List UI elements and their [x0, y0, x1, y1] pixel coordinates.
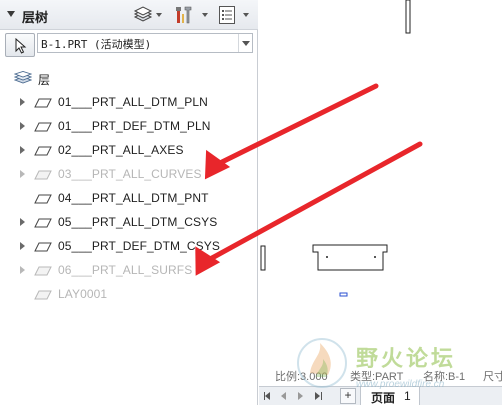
layer-icon [34, 193, 52, 207]
layer-item-01-all-dtm-pln[interactable]: 01___PRT_ALL_DTM_PLN [0, 92, 258, 112]
layer-item-03-all-curves[interactable]: 03___PRT_ALL_CURVES [0, 164, 258, 184]
layer-icon [34, 121, 52, 135]
name-readout: 名称:B-1 [423, 371, 466, 383]
drawing-geometry [260, 0, 411, 297]
layer-item-02-all-axes[interactable]: 02___PRT_ALL_AXES [0, 140, 258, 160]
layer-name: 05___PRT_ALL_DTM_CSYS [58, 215, 218, 229]
part-edge-view [260, 245, 266, 271]
datum-marker [339, 292, 348, 297]
tools-icon[interactable] [174, 5, 194, 25]
layer-item-lay0001[interactable]: LAY0001 [0, 284, 258, 304]
hidden-layer-icon [34, 169, 52, 183]
tab-page-1[interactable]: 页面 1 [360, 387, 420, 405]
page-tab-label: 页面 [371, 391, 396, 405]
hidden-layer-icon [34, 265, 52, 279]
first-page-icon[interactable] [265, 392, 270, 400]
layer-name: 02___PRT_ALL_AXES [58, 143, 184, 157]
first-page-bar-icon [264, 392, 265, 400]
size-readout: 尺寸 [483, 371, 502, 383]
tools-dropdown-icon[interactable] [202, 13, 208, 17]
layer-name: 06___PRT_ALL_SURFS [58, 263, 193, 277]
expand-arrow-icon[interactable] [20, 122, 25, 130]
last-page-icon[interactable] [315, 392, 320, 400]
layers-dropdown-icon[interactable] [156, 13, 162, 17]
select-button[interactable] [5, 33, 35, 57]
hole-mark [374, 256, 376, 258]
layer-icon [34, 145, 52, 159]
expand-arrow-icon[interactable] [20, 170, 25, 178]
hole-mark [326, 256, 328, 258]
layer-name: 01___PRT_DEF_DTM_PLN [58, 119, 211, 133]
layer-icon [34, 217, 52, 231]
active-model-select[interactable]: B-1.PRT (活动模型) [37, 33, 253, 53]
layer-item-05-def-dtm-csys[interactable]: 05___PRT_DEF_DTM_CSYS [0, 236, 258, 256]
last-page-bar-icon [321, 392, 322, 400]
collapse-panel-icon[interactable] [7, 11, 15, 17]
model-row: B-1.PRT (活动模型) [0, 31, 258, 58]
layer-item-04-all-dtm-pnt[interactable]: 04___PRT_ALL_DTM_PNT [0, 188, 258, 208]
drawing-canvas[interactable] [259, 0, 502, 405]
layer-item-05-all-dtm-csys[interactable]: 05___PRT_ALL_DTM_CSYS [0, 212, 258, 232]
layer-icon [34, 241, 52, 255]
layer-item-01-def-dtm-pln[interactable]: 01___PRT_DEF_DTM_PLN [0, 116, 258, 136]
show-dropdown-icon[interactable] [243, 13, 249, 17]
type-readout: 类型:PART [350, 371, 404, 383]
prev-page-icon[interactable] [281, 392, 286, 400]
page-tab-number: 1 [404, 389, 411, 403]
scale-readout: 比例:3.000 [275, 371, 328, 383]
active-model-value: B-1.PRT (活动模型) [41, 38, 152, 51]
add-page-button[interactable]: + [340, 388, 356, 404]
expand-arrow-icon[interactable] [20, 242, 25, 250]
drawing-status-bar: 比例:3.000 类型:PART 名称:B-1 尺寸 [259, 366, 502, 384]
hidden-layer-icon [34, 289, 52, 303]
layer-name: 04___PRT_ALL_DTM_PNT [58, 191, 209, 205]
layer-name: 05___PRT_DEF_DTM_CSYS [58, 239, 220, 253]
expand-arrow-icon[interactable] [20, 266, 25, 274]
expand-arrow-icon[interactable] [20, 146, 25, 154]
layer-tree-panel: 层树 B-1.PRT (活动模型) 层 01___PRT_ALL_DTM_PLN… [0, 0, 258, 405]
layer-name: LAY0001 [58, 287, 108, 301]
next-page-icon[interactable] [298, 392, 303, 400]
part-front-view [312, 244, 388, 271]
layer-item-06-all-surfs[interactable]: 06___PRT_ALL_SURFS [0, 260, 258, 280]
panel-title: 层树 [22, 10, 49, 25]
layer-name: 03___PRT_ALL_CURVES [58, 167, 202, 181]
chevron-down-icon[interactable] [238, 34, 252, 52]
part-side-view [405, 0, 411, 34]
show-list-icon[interactable] [218, 5, 236, 25]
layers-tool-icon[interactable] [133, 5, 153, 25]
layer-icon [34, 97, 52, 111]
tree-root-label: 层 [38, 73, 51, 87]
expand-arrow-icon[interactable] [20, 218, 25, 226]
expand-arrow-icon[interactable] [20, 98, 25, 106]
layers-icon [13, 71, 33, 88]
layer-name: 01___PRT_ALL_DTM_PLN [58, 95, 208, 109]
page-tab-bar: + 页面 1 [259, 386, 502, 405]
panel-header: 层树 [0, 0, 258, 30]
tree-root-layers[interactable]: 层 [0, 68, 258, 88]
cursor-arrow-icon [15, 38, 27, 54]
